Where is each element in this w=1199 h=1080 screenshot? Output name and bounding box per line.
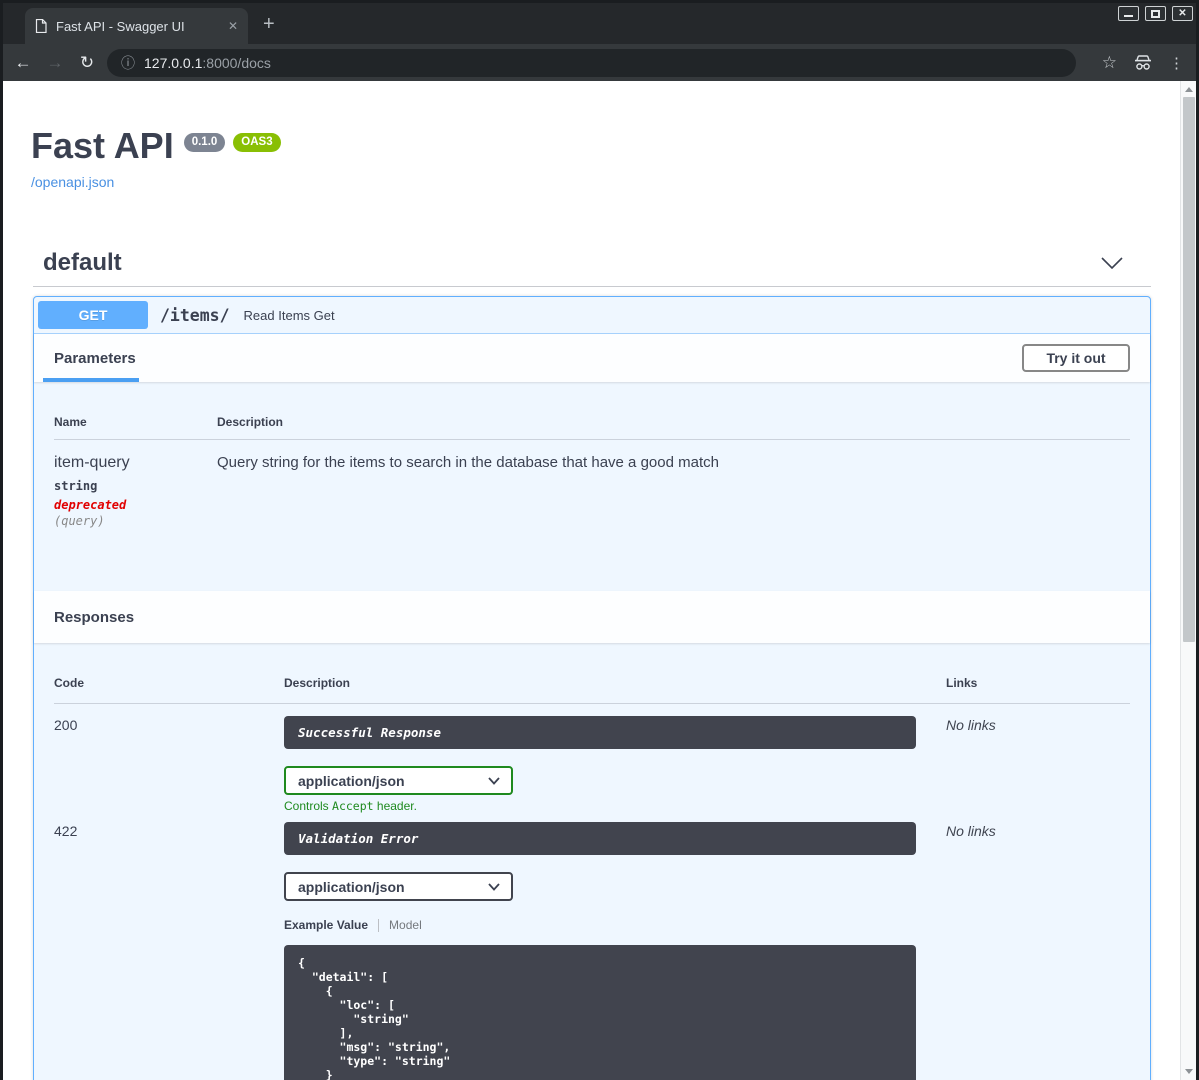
scroll-down-icon[interactable] (1185, 1069, 1193, 1074)
oas-badge: OAS3 (233, 133, 281, 152)
chevron-down-icon (488, 777, 500, 785)
url-host: 127.0.0.1 (144, 54, 203, 71)
window-close-button[interactable]: ✕ (1172, 6, 1193, 21)
vertical-scrollbar[interactable] (1180, 81, 1196, 1080)
chevron-down-icon[interactable] (1101, 257, 1123, 269)
response-row-422: 422 Validation Error application/json Ex… (54, 813, 1130, 1080)
example-json: { "detail": [ { "loc": [ "string" ], "ms… (298, 956, 451, 1080)
parameter-location: (query) (54, 514, 105, 528)
bookmark-star-icon[interactable]: ☆ (1102, 53, 1117, 73)
column-header-name: Name (54, 415, 87, 429)
site-info-icon[interactable]: ⓘ (121, 53, 135, 73)
operation-path: /items/ (160, 305, 230, 325)
example-code-block: { "detail": [ { "loc": [ "string" ], "ms… (284, 945, 916, 1080)
page-viewport: Fast API 0.1.0 OAS3 /openapi.json defaul… (3, 81, 1180, 1080)
media-type-select[interactable]: application/json (284, 766, 513, 795)
tab-separator (378, 918, 380, 932)
url-path: :8000/docs (202, 54, 271, 71)
media-type-value: application/json (298, 878, 405, 895)
response-links: No links (946, 717, 996, 733)
page-favicon-icon (35, 19, 47, 33)
window-maximize-button[interactable] (1145, 6, 1166, 21)
column-header-links: Links (946, 676, 978, 690)
parameter-name: item-query (54, 454, 130, 471)
column-header-description: Description (284, 676, 351, 690)
parameters-table: Name Description item-query string depre… (34, 382, 1150, 591)
parameter-description: Query string for the items to search in … (217, 454, 719, 471)
version-badge: 0.1.0 (183, 133, 226, 152)
forward-icon[interactable]: → (45, 53, 65, 73)
maximize-icon (1151, 9, 1160, 18)
response-links: No links (946, 823, 996, 839)
browser-tab[interactable]: Fast API - Swagger UI ✕ (25, 8, 248, 44)
response-row-200: 200 Successful Response application/json… (54, 704, 1130, 813)
responses-table: Code Description Links 200 Successful Re… (34, 643, 1150, 1080)
openapi-spec-link[interactable]: /openapi.json (31, 174, 114, 190)
window-controls: ✕ (1118, 6, 1193, 21)
active-tab-underline (43, 378, 139, 382)
incognito-icon (1133, 54, 1153, 71)
scrollbar-thumb[interactable] (1183, 97, 1195, 642)
response-code: 422 (54, 823, 78, 839)
kebab-menu-icon[interactable]: ⋮ (1169, 54, 1184, 72)
media-type-value: application/json (298, 772, 405, 789)
responses-heading: Responses (54, 608, 135, 626)
operation-description: Read Items Get (243, 307, 335, 323)
chevron-down-icon (488, 883, 500, 891)
window-minimize-button[interactable] (1118, 6, 1139, 21)
parameter-row: item-query string deprecated (query) Que… (54, 440, 1130, 528)
operation-summary[interactable]: GET /items/ Read Items Get (34, 297, 1150, 334)
parameter-deprecated-label: deprecated (54, 498, 127, 512)
reload-icon[interactable]: ↻ (77, 53, 97, 73)
tag-divider (33, 286, 1151, 287)
tab-parameters[interactable]: Parameters (54, 350, 136, 367)
scroll-up-icon[interactable] (1185, 87, 1193, 92)
url-text: 127.0.0.1:8000/docs (144, 55, 271, 71)
tag-title: default (43, 249, 122, 276)
page-title: Fast API (31, 125, 174, 166)
tab-model[interactable]: Model (389, 918, 422, 932)
column-header-description: Description (217, 415, 284, 429)
method-badge: GET (38, 301, 148, 329)
back-icon[interactable]: ← (13, 53, 33, 73)
media-type-select[interactable]: application/json (284, 872, 513, 901)
column-header-code: Code (54, 676, 84, 690)
address-bar[interactable]: ⓘ 127.0.0.1:8000/docs (107, 48, 1076, 77)
api-info-section: Fast API 0.1.0 OAS3 /openapi.json (31, 128, 1180, 192)
minimize-icon (1124, 15, 1133, 17)
browser-toolbar: ← → ↻ ⓘ 127.0.0.1:8000/docs ☆ ⋮ (3, 44, 1196, 81)
responses-header: Responses (34, 591, 1150, 643)
tab-example-value[interactable]: Example Value (284, 918, 368, 932)
accept-code: Accept (332, 799, 374, 813)
tab-close-icon[interactable]: ✕ (228, 19, 238, 33)
tab-strip: Fast API - Swagger UI ✕ + ✕ (3, 3, 1196, 44)
example-model-tabs: Example Value Model (284, 918, 946, 932)
operation-block-get-items: GET /items/ Read Items Get Parameters Tr… (33, 296, 1151, 1080)
response-code: 200 (54, 717, 78, 733)
accept-header-note: Controls Accept header. (284, 799, 417, 813)
new-tab-button[interactable]: + (263, 13, 275, 36)
parameter-type: string (54, 479, 98, 493)
try-it-out-button[interactable]: Try it out (1022, 344, 1130, 372)
response-description-panel: Successful Response (284, 716, 916, 749)
tab-title: Fast API - Swagger UI (56, 18, 185, 34)
response-description-panel: Validation Error (284, 822, 916, 855)
parameters-header: Parameters Try it out (34, 334, 1150, 382)
tag-section-header[interactable]: default (43, 249, 1151, 277)
